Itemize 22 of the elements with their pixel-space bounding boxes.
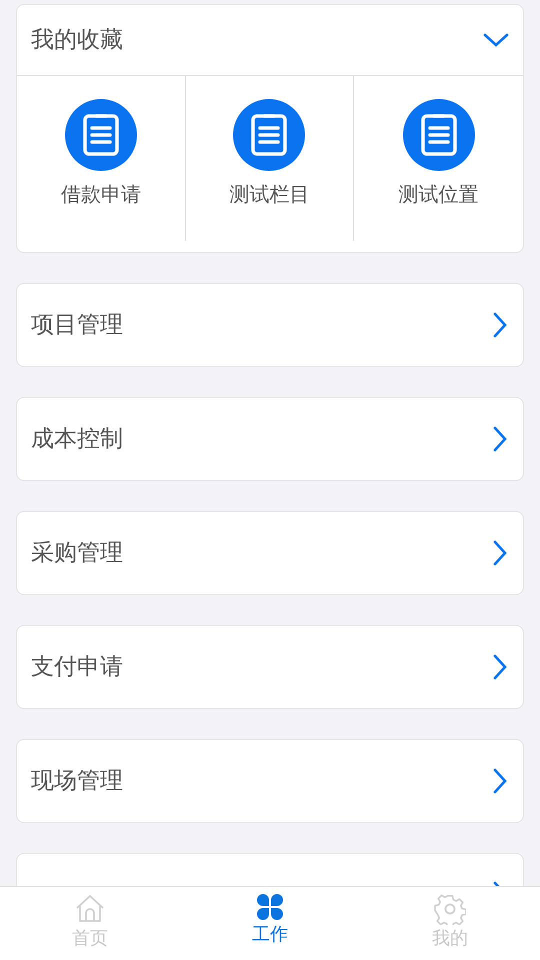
favorite-shortcut[interactable]: 测试位置 [398,99,479,209]
chevron-right-icon [493,312,507,338]
favorite-shortcut[interactable]: 借款申请 [60,99,141,209]
chevron-right-icon [493,654,507,680]
clipboard-icon [64,99,137,171]
chevron-right-icon [493,426,507,452]
tab-bar-item[interactable]: 工作 [180,887,360,960]
clipboard-icon [233,99,306,171]
menu-item[interactable]: 采购管理 [16,511,524,595]
home-icon [74,893,106,925]
section-title: 我的收藏 [31,26,123,55]
favorite-shortcut[interactable]: 测试栏目 [229,99,310,209]
menu-item[interactable]: 项目管理 [16,283,524,367]
menu-item[interactable]: 成本控制 [16,397,524,481]
chevron-right-icon [493,768,507,794]
menu-item[interactable]: 现场管理 [16,739,524,823]
clipboard-icon [402,99,475,171]
chevron-right-icon [493,540,507,566]
collapse-toggle[interactable] [483,32,509,48]
settings-icon [434,893,466,925]
four-petal-icon [256,893,284,921]
menu-item[interactable]: 支付申请 [16,625,524,709]
